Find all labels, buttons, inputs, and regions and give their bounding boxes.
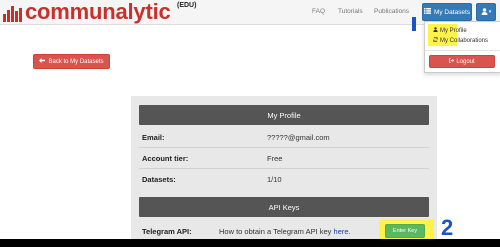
enter-key-button[interactable]: Enter Key — [385, 224, 425, 238]
communalytic-logo[interactable]: communalytic — [3, 0, 171, 24]
user-dropdown-menu: My Profile My Collaborations Logout — [424, 21, 500, 73]
datasets-label: Datasets: — [142, 175, 176, 184]
list-icon — [423, 8, 431, 16]
logout-icon — [449, 58, 455, 65]
my-profile-header: My Profile — [139, 105, 429, 125]
user-menu-button[interactable]: ▾ — [476, 3, 496, 21]
collaborations-icon — [433, 37, 438, 44]
back-to-datasets-button[interactable]: Back to My Datasets — [33, 54, 110, 69]
account-tier-label: Account tier: — [142, 154, 189, 163]
logo-text: communalytic — [25, 0, 171, 24]
logout-label: Logout — [456, 58, 475, 65]
user-icon — [481, 7, 488, 17]
annotation-marker-1 — [412, 17, 416, 31]
user-icon — [433, 27, 438, 34]
back-button-label: Back to My Datasets — [48, 58, 104, 65]
caret-down-icon: ▾ — [488, 9, 492, 15]
email-value: ?????@gmail.com — [267, 133, 330, 142]
my-datasets-label: My Datasets — [433, 8, 471, 16]
nav-link-faq[interactable]: FAQ — [312, 8, 325, 15]
telegram-api-text: How to obtain a Telegram API key — [219, 227, 332, 236]
bar-chart-icon — [3, 6, 22, 22]
arrow-left-icon — [39, 58, 46, 65]
menu-item-my-profile[interactable]: My Profile — [433, 27, 467, 34]
email-label: Email: — [142, 133, 165, 142]
api-keys-header: API Keys — [139, 197, 429, 217]
bottom-edge-bar — [0, 239, 500, 247]
menu-item-label: My Collaborations — [440, 37, 489, 44]
account-tier-value: Free — [267, 154, 283, 163]
telegram-api-suffix: . — [348, 227, 351, 236]
logout-button[interactable]: Logout — [429, 55, 495, 68]
menu-divider — [425, 50, 500, 51]
telegram-api-label: Telegram API: — [142, 227, 192, 236]
annotation-marker-2: 2 — [441, 215, 454, 240]
menu-item-my-collaborations[interactable]: My Collaborations — [433, 37, 488, 44]
telegram-api-help-link[interactable]: here — [334, 227, 349, 236]
my-datasets-button[interactable]: My Datasets — [422, 3, 472, 21]
row-divider — [139, 168, 429, 169]
row-divider — [139, 147, 429, 148]
datasets-value: 1/10 — [267, 175, 282, 184]
nav-link-publications[interactable]: Publications — [374, 8, 409, 15]
menu-item-label: My Profile — [440, 27, 467, 34]
nav-link-tutorials[interactable]: Tutorials — [338, 8, 363, 15]
telegram-api-instructions: How to obtain a Telegram API key here. — [219, 227, 351, 236]
logo-edition-label: (EDU) — [177, 2, 197, 9]
